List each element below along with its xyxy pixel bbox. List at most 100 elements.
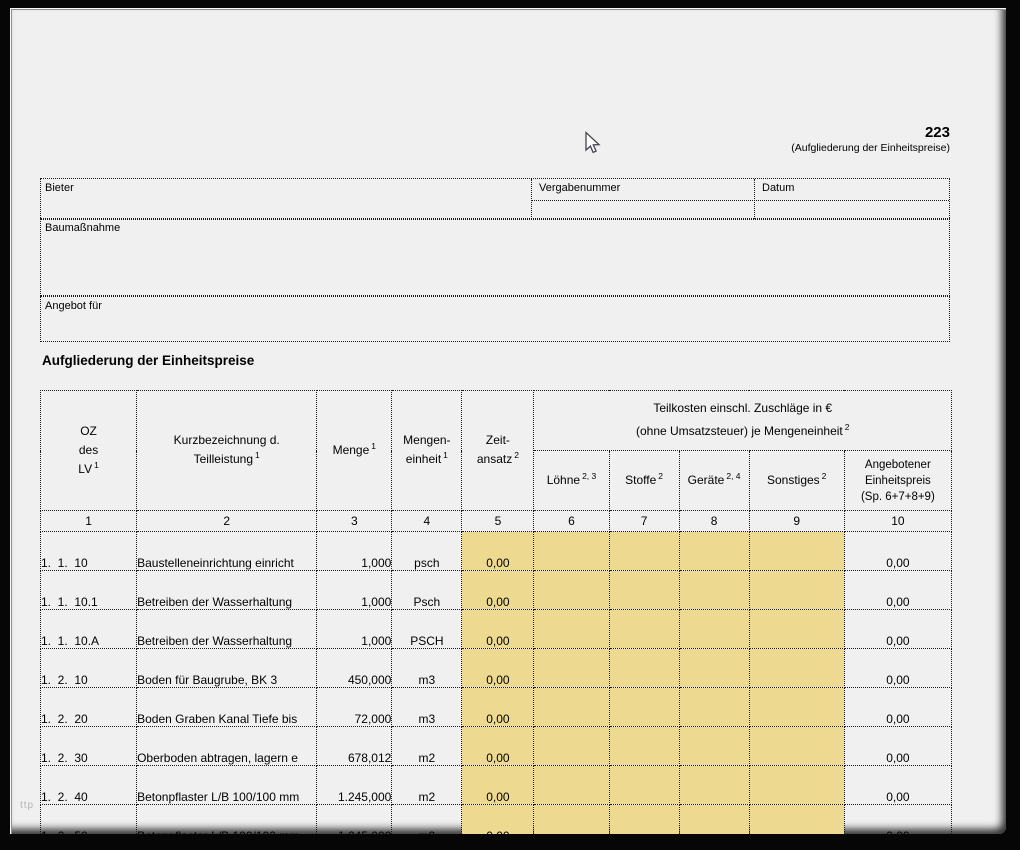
col-header-menge: Menge1 <box>317 391 392 511</box>
col-header-zeitansatz: Zeit- ansatz2 <box>462 391 534 511</box>
cell-stoffe-input[interactable] <box>609 688 679 727</box>
cell-einheitspreis: 0,00 <box>844 688 951 727</box>
cell-menge: 678,012 <box>317 727 392 766</box>
form-page: ttp 223 (Aufgliederung der Einheitspreis… <box>10 8 1006 834</box>
cell-stoffe-input[interactable] <box>609 805 679 835</box>
cell-oz: 1. 1. 10.A <box>41 610 137 649</box>
cell-loehne-input[interactable] <box>534 649 609 688</box>
cell-loehne-input[interactable] <box>534 766 609 805</box>
cell-geraete-input[interactable] <box>679 571 749 610</box>
table-row: 1. 2. 10 Boden für Baugrube, BK 3 450,00… <box>41 649 952 688</box>
cell-zeitansatz-input[interactable]: 0,00 <box>462 766 534 805</box>
cell-stoffe-input[interactable] <box>609 571 679 610</box>
cell-stoffe-input[interactable] <box>609 649 679 688</box>
cell-geraete-input[interactable] <box>679 610 749 649</box>
datum-field[interactable] <box>755 200 949 219</box>
cell-zeitansatz-input[interactable]: 0,00 <box>462 532 534 571</box>
cell-loehne-input[interactable] <box>534 571 609 610</box>
cell-oz: 1. 2. 40 <box>41 766 137 805</box>
cell-loehne-input[interactable] <box>534 610 609 649</box>
cell-zeitansatz-input[interactable]: 0,00 <box>462 727 534 766</box>
cell-kurzbezeichnung: Oberboden abtragen, lagern e <box>137 727 317 766</box>
cell-sonstiges-input[interactable] <box>749 610 844 649</box>
cell-stoffe-input[interactable] <box>609 610 679 649</box>
col-number: 9 <box>749 511 844 532</box>
cell-sonstiges-input[interactable] <box>749 688 844 727</box>
col-number: 6 <box>534 511 609 532</box>
cell-sonstiges-input[interactable] <box>749 727 844 766</box>
header-text: Einheitspreis <box>865 475 931 487</box>
col-number: 5 <box>462 511 534 532</box>
cell-stoffe-input[interactable] <box>609 727 679 766</box>
angebot-fuer-field[interactable]: Angebot für <box>40 296 950 342</box>
cell-geraete-input[interactable] <box>679 532 749 571</box>
cell-geraete-input[interactable] <box>679 766 749 805</box>
cell-menge: 1,000 <box>317 532 392 571</box>
cell-kurzbezeichnung: Betonpflaster L/B 100/100 mm <box>137 766 317 805</box>
col-number: 3 <box>317 511 392 532</box>
table-row: 1. 2. 40 Betonpflaster L/B 100/100 mm 1.… <box>41 766 952 805</box>
cell-mengeneinheit: m2 <box>392 727 462 766</box>
header-text: Teilkosten einschl. Zuschläge in € <box>653 401 832 415</box>
cell-zeitansatz-input[interactable]: 0,00 <box>462 649 534 688</box>
col-header-kurzbezeichnung: Kurzbezeichnung d. Teilleistung1 <box>137 391 317 511</box>
header-text: Teilleistung <box>194 452 253 466</box>
cell-geraete-input[interactable] <box>679 727 749 766</box>
meta-divider <box>531 200 949 201</box>
cell-stoffe-input[interactable] <box>609 766 679 805</box>
cell-sonstiges-input[interactable] <box>749 766 844 805</box>
header-text: des <box>79 443 98 457</box>
header-text: einheit <box>406 452 441 466</box>
cell-mengeneinheit: m2 <box>392 766 462 805</box>
cell-sonstiges-input[interactable] <box>749 532 844 571</box>
cell-loehne-input[interactable] <box>534 688 609 727</box>
cell-geraete-input[interactable] <box>679 688 749 727</box>
cell-kurzbezeichnung: Boden Graben Kanal Tiefe bis <box>137 688 317 727</box>
cell-sonstiges-input[interactable] <box>749 571 844 610</box>
cell-loehne-input[interactable] <box>534 532 609 571</box>
footnote-sup: 2, 4 <box>726 471 740 481</box>
header-text: Sonstiges <box>767 473 820 487</box>
table-row: 1. 1. 10 Baustelleneinrichtung einricht … <box>41 532 952 571</box>
cell-zeitansatz-input[interactable]: 0,00 <box>462 805 534 835</box>
cell-zeitansatz-input[interactable]: 0,00 <box>462 571 534 610</box>
cell-zeitansatz-input[interactable]: 0,00 <box>462 688 534 727</box>
footnote-sup: 2 <box>658 471 663 481</box>
vergabenummer-field[interactable] <box>532 200 754 219</box>
footnote-sup: 1 <box>443 450 448 460</box>
header-text: Mengen- <box>403 433 450 447</box>
cell-einheitspreis: 0,00 <box>844 649 951 688</box>
cell-zeitansatz-input[interactable]: 0,00 <box>462 610 534 649</box>
col-header-sonstiges: Sonstiges2 <box>749 451 844 511</box>
cell-mengeneinheit: Psch <box>392 571 462 610</box>
cell-menge: 1.245,000 <box>317 766 392 805</box>
cell-sonstiges-input[interactable] <box>749 805 844 835</box>
col-header-mengeneinheit: Mengen- einheit1 <box>392 391 462 511</box>
cell-oz: 1. 2. 50 <box>41 805 137 835</box>
baumassnahme-label: Baumaßnahme <box>41 219 949 235</box>
footnote-sup: 2 <box>514 450 519 460</box>
window-frame: ttp 223 (Aufgliederung der Einheitspreis… <box>0 0 1020 850</box>
cell-stoffe-input[interactable] <box>609 532 679 571</box>
col-number: 7 <box>609 511 679 532</box>
header-text: (ohne Umsatzsteuer) je Mengeneinheit <box>636 424 843 438</box>
cell-einheitspreis: 0,00 <box>844 532 951 571</box>
table-row: 1. 2. 30 Oberboden abtragen, lagern e 67… <box>41 727 952 766</box>
vergabenummer-label: Vergabenummer <box>535 179 620 195</box>
cell-geraete-input[interactable] <box>679 805 749 835</box>
cell-mengeneinheit: psch <box>392 532 462 571</box>
meta-box: Bieter Vergabenummer Datum <box>40 178 950 220</box>
cell-mengeneinheit: m3 <box>392 688 462 727</box>
baumassnahme-field[interactable]: Baumaßnahme <box>40 218 950 296</box>
clipped-text-fragment: ttp <box>20 800 34 811</box>
bieter-field[interactable] <box>41 179 531 219</box>
cell-oz: 1. 1. 10.1 <box>41 571 137 610</box>
cell-loehne-input[interactable] <box>534 727 609 766</box>
table-row: 1. 2. 50 Betonpflaster L/B 100/100 mm 1.… <box>41 805 952 835</box>
cell-geraete-input[interactable] <box>679 649 749 688</box>
einheitspreise-table: OZ des LV1 Kurzbezeichnung d. Teilleistu… <box>40 390 952 834</box>
cell-sonstiges-input[interactable] <box>749 649 844 688</box>
table-row: 1. 2. 20 Boden Graben Kanal Tiefe bis 72… <box>41 688 952 727</box>
cell-loehne-input[interactable] <box>534 805 609 835</box>
col-header-stoffe: Stoffe2 <box>609 451 679 511</box>
